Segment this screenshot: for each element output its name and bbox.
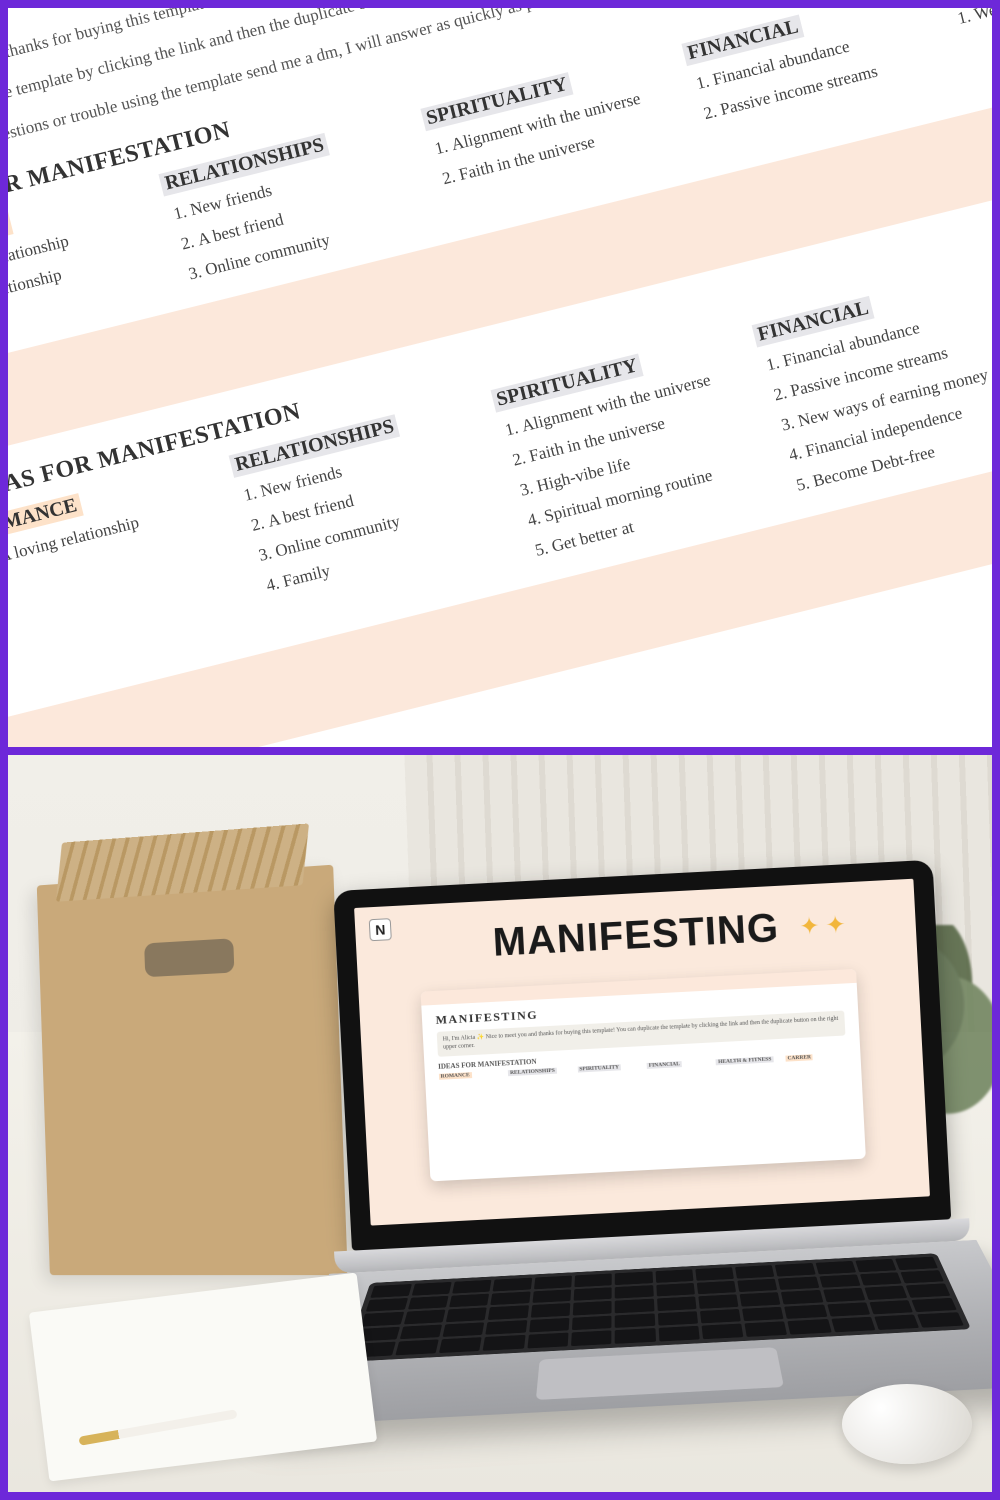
laptop-screen: N MANIFESTING ✦ ✦ MANIFESTING Hi, I'm Al… <box>354 879 930 1226</box>
sparkles-icon: ✦ ✦ <box>799 910 847 941</box>
list-item: Weight loss / Weight gain <box>971 8 992 29</box>
candle-decor <box>842 1384 972 1464</box>
notion-app-icon: N <box>369 918 392 941</box>
template-closeup-panel: MANIFESTING I am Alicia ✨ Nice to meet y… <box>8 8 992 747</box>
file-folder-box <box>37 865 348 1275</box>
mini-template-preview: MANIFESTING Hi, I'm Alicia ✨ Nice to mee… <box>420 969 866 1182</box>
laptop-mockup: N MANIFESTING ✦ ✦ MANIFESTING Hi, I'm Al… <box>333 860 963 1473</box>
folder-handle <box>144 938 234 977</box>
laptop-bezel: N MANIFESTING ✦ ✦ MANIFESTING Hi, I'm Al… <box>333 860 951 1251</box>
col-health-list: Weight loss / Weight gain <box>950 8 992 35</box>
trackpad <box>536 1347 783 1400</box>
tilted-document: MANIFESTING I am Alicia ✨ Nice to meet y… <box>8 8 992 747</box>
hero-title: MANIFESTING <box>492 906 781 966</box>
lifestyle-mockup-panel: N MANIFESTING ✦ ✦ MANIFESTING Hi, I'm Al… <box>8 755 992 1492</box>
keyboard-keys <box>344 1253 971 1362</box>
